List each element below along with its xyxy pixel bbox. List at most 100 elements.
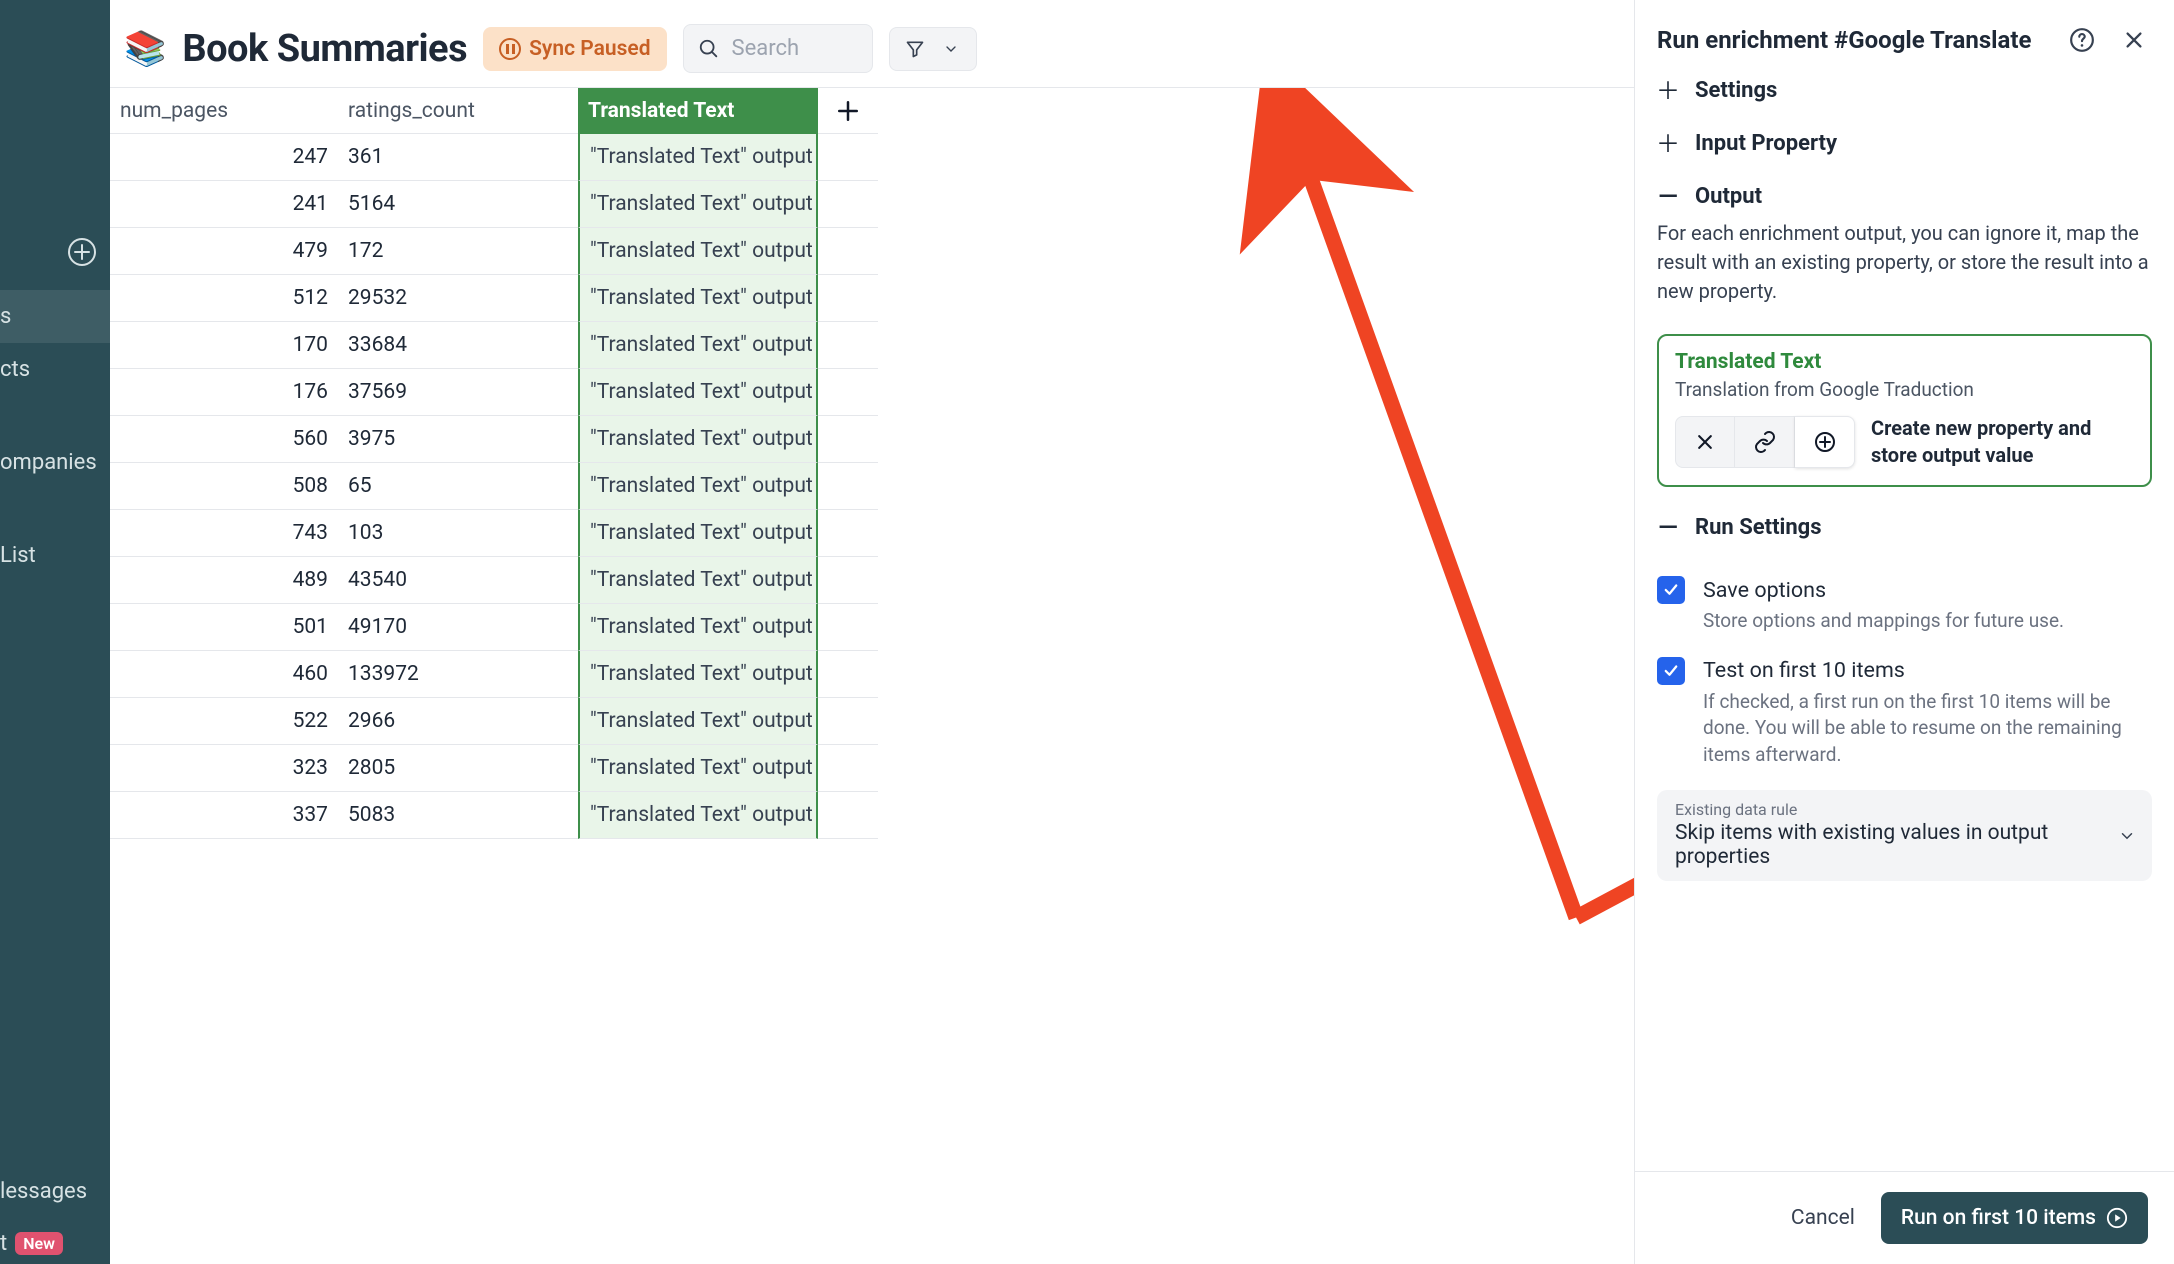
test-first-description: If checked, a first run on the first 10 … [1635,685,2174,769]
run-button-label: Run on first 10 items [1901,1206,2096,1230]
cell-ratings-count[interactable]: 49170 [338,604,578,651]
sync-paused-badge[interactable]: Sync Paused [483,27,666,71]
cell-ratings-count[interactable]: 33684 [338,322,578,369]
checkbox-checked-icon[interactable] [1657,576,1685,604]
cell-translated-text[interactable]: "Translated Text" output [578,181,818,228]
filter-button[interactable] [889,27,977,71]
cell-ratings-count[interactable]: 361 [338,134,578,181]
cell-num-pages[interactable]: 170 [110,322,338,369]
sidebar-item-new[interactable]: t New [0,1231,71,1256]
filter-icon [904,38,926,60]
cell-ratings-count[interactable]: 103 [338,510,578,557]
cell-empty [818,416,878,463]
checkbox-checked-icon[interactable] [1657,657,1685,685]
cell-ratings-count[interactable]: 133972 [338,651,578,698]
sidebar-item-2[interactable]: ompanies [0,436,110,489]
sidebar-item-1[interactable]: cts [0,343,110,396]
cell-translated-text[interactable]: "Translated Text" output [578,651,818,698]
add-circle-icon[interactable] [68,238,96,266]
save-options-label: Save options [1703,578,1826,603]
add-column-button[interactable] [818,88,878,134]
cell-translated-text[interactable]: "Translated Text" output [578,369,818,416]
cell-ratings-count[interactable]: 2805 [338,745,578,792]
sidebar-new-label: t [0,1231,7,1256]
column-header-ratings-count[interactable]: ratings_count [338,88,578,134]
cell-translated-text[interactable]: "Translated Text" output [578,698,818,745]
cell-translated-text[interactable]: "Translated Text" output [578,416,818,463]
page-title: Book Summaries [182,27,467,71]
left-sidebar: s cts ompanies List lessages t New [0,0,110,1264]
cell-ratings-count[interactable]: 37569 [338,369,578,416]
cell-empty [818,792,878,839]
plus-icon: ＋ [1657,133,1679,155]
cell-num-pages[interactable]: 508 [110,463,338,510]
output-description: For each enrichment output, you can igno… [1657,219,2152,306]
search-input[interactable] [730,35,840,62]
help-icon[interactable] [2066,24,2098,56]
cell-empty [818,228,878,275]
chevron-down-icon [940,38,962,60]
cell-translated-text[interactable]: "Translated Text" output [578,557,818,604]
cell-num-pages[interactable]: 323 [110,745,338,792]
cell-ratings-count[interactable]: 43540 [338,557,578,604]
existing-data-rule-select[interactable]: Existing data rule Skip items with exist… [1657,790,2152,881]
cell-num-pages[interactable]: 337 [110,792,338,839]
cell-num-pages[interactable]: 522 [110,698,338,745]
cell-translated-text[interactable]: "Translated Text" output [578,792,818,839]
cell-ratings-count[interactable]: 5083 [338,792,578,839]
output-action-map[interactable] [1735,416,1795,468]
output-action-ignore[interactable] [1675,416,1735,468]
section-toggle-settings[interactable]: ＋ Settings [1657,78,2152,103]
column-header-num-pages[interactable]: num_pages [110,88,338,134]
cell-ratings-count[interactable]: 2966 [338,698,578,745]
sidebar-item-messages[interactable]: lessages [0,1179,110,1204]
section-label-input: Input Property [1695,131,1837,156]
column-header-translated-text[interactable]: Translated Text [578,88,818,134]
cell-empty [818,604,878,651]
cell-ratings-count[interactable]: 172 [338,228,578,275]
run-button[interactable]: Run on first 10 items [1881,1192,2148,1244]
section-toggle-run-settings[interactable]: — Run Settings [1657,515,2152,540]
cell-num-pages[interactable]: 479 [110,228,338,275]
sidebar-item-0[interactable]: s [0,290,110,343]
close-icon[interactable] [2118,24,2150,56]
cell-ratings-count[interactable]: 3975 [338,416,578,463]
search-icon [698,38,720,60]
cell-translated-text[interactable]: "Translated Text" output [578,510,818,557]
output-card-title: Translated Text [1675,350,2134,374]
section-toggle-output[interactable]: — Output [1657,184,2152,209]
cell-translated-text[interactable]: "Translated Text" output [578,275,818,322]
output-card: Translated Text Translation from Google … [1657,334,2152,487]
minus-icon: — [1657,186,1679,208]
output-card-subtitle: Translation from Google Traduction [1675,378,2134,401]
cell-translated-text[interactable]: "Translated Text" output [578,745,818,792]
cell-ratings-count[interactable]: 29532 [338,275,578,322]
cell-translated-text[interactable]: "Translated Text" output [578,604,818,651]
cell-num-pages[interactable]: 501 [110,604,338,651]
section-toggle-input[interactable]: ＋ Input Property [1657,131,2152,156]
cell-num-pages[interactable]: 247 [110,134,338,181]
cell-translated-text[interactable]: "Translated Text" output [578,463,818,510]
search-box[interactable] [683,24,873,73]
cell-num-pages[interactable]: 512 [110,275,338,322]
cell-num-pages[interactable]: 176 [110,369,338,416]
cell-num-pages[interactable]: 241 [110,181,338,228]
cell-translated-text[interactable]: "Translated Text" output [578,228,818,275]
test-first-checkbox-row[interactable]: Test on first 10 items [1635,657,2174,685]
cell-translated-text[interactable]: "Translated Text" output [578,322,818,369]
top-bar: 📚 Book Summaries Sync Paused [110,0,1634,87]
cell-num-pages[interactable]: 560 [110,416,338,463]
cell-num-pages[interactable]: 489 [110,557,338,604]
cell-ratings-count[interactable]: 65 [338,463,578,510]
cancel-button[interactable]: Cancel [1791,1206,1855,1230]
cell-translated-text[interactable]: "Translated Text" output [578,134,818,181]
cell-num-pages[interactable]: 743 [110,510,338,557]
cell-num-pages[interactable]: 460 [110,651,338,698]
new-badge: New [15,1232,63,1255]
save-options-checkbox-row[interactable]: Save options [1635,576,2174,604]
cell-empty [818,181,878,228]
sidebar-item-3[interactable]: List [0,529,110,582]
plus-icon: ＋ [1657,80,1679,102]
output-action-create[interactable] [1795,416,1855,468]
cell-ratings-count[interactable]: 5164 [338,181,578,228]
